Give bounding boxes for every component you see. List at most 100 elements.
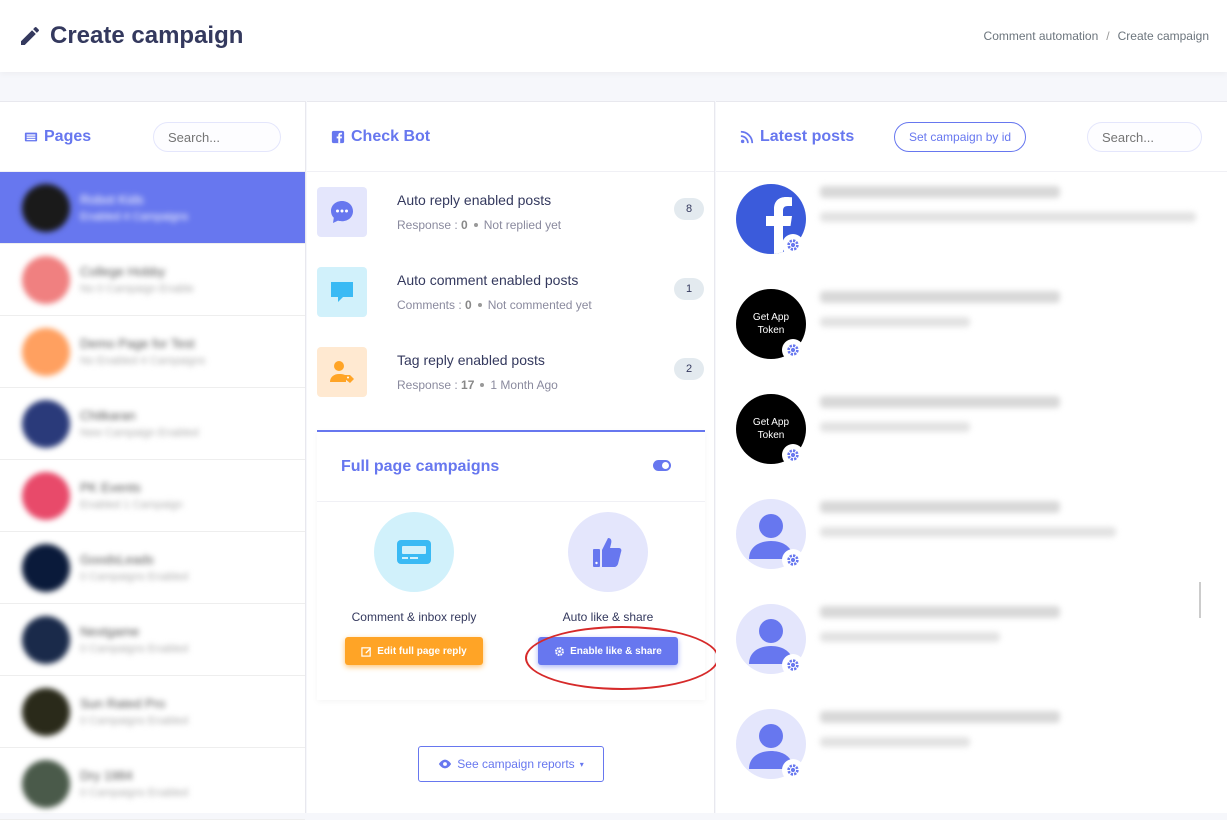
page-list-item[interactable]: GoodsLeads 0 Campaigns Enabled	[0, 532, 305, 604]
check-bot-row-meta: Response : 17 1 Month Ago	[397, 378, 558, 392]
facebook-square-icon	[331, 130, 345, 143]
auto-like-share-label: Auto like & share	[562, 610, 654, 624]
check-bot-row[interactable]: Tag reply enabled posts Response : 17 1 …	[307, 332, 714, 412]
page-item-text: GoodsLeads 0 Campaigns Enabled	[80, 552, 188, 583]
post-settings-gear-icon[interactable]	[782, 339, 804, 361]
post-id-blurred: 173052771043381_2415062813129849	[820, 291, 1060, 303]
posts-list: 173052771043381_2418790047752424 9 Month…	[716, 172, 1227, 802]
page-list-item[interactable]: Robot Kids Enabled 4 Campaigns	[0, 172, 305, 244]
check-bot-row-title: Auto comment enabled posts	[397, 272, 579, 288]
pages-search-input[interactable]	[153, 122, 281, 152]
check-bot-header: Check Bot	[307, 102, 714, 172]
page-subtitle: No 0 Campaign Enable	[80, 283, 194, 295]
post-id-blurred: 173052771043381_2415058954405381	[820, 396, 1060, 408]
latest-posts-title: Latest posts	[740, 128, 854, 146]
see-campaign-reports-button[interactable]: See campaign reports ▾	[418, 746, 604, 782]
post-id-blurred: 173052771043381_2385260921374791	[820, 501, 1060, 513]
credit-card-icon	[397, 540, 431, 564]
page-avatar	[22, 471, 70, 520]
page-name: Demo Page for Test	[80, 336, 195, 351]
post-item[interactable]: Get App Token 173052771043381_2415062813…	[716, 277, 1227, 382]
page-list-item[interactable]: Sun Rated Pro 0 Campaigns Enabled	[0, 676, 305, 748]
post-item[interactable]: 173052771043381_2337473816037781 9 Month…	[716, 592, 1227, 697]
post-settings-gear-icon[interactable]	[782, 444, 804, 466]
meta-label: Response : 0	[397, 218, 468, 232]
check-bot-row-icon	[317, 187, 367, 237]
scrollbar[interactable]	[1199, 582, 1201, 618]
page-name: Nextgame	[80, 624, 140, 639]
post-item[interactable]: 173052771043381_2337483354334741 9 Month…	[716, 697, 1227, 802]
pages-panel: Pages Robot Kids Enabled 4 Campaigns Col…	[0, 101, 306, 820]
page-avatar	[22, 255, 70, 304]
meta-label: Response : 17	[397, 378, 475, 392]
meta-extra: 1 Month Ago	[490, 378, 558, 392]
page-item-text: Dry 1984 0 Campaigns Enabled	[80, 768, 188, 799]
set-campaign-by-id-button[interactable]: Set campaign by id	[894, 122, 1027, 152]
post-settings-gear-icon[interactable]	[782, 654, 804, 676]
user-tag-icon	[330, 361, 354, 383]
page-subtitle: Enabled 4 Campaigns	[80, 211, 189, 223]
check-bot-row-meta: Comments : 0 Not commented yet	[397, 298, 592, 312]
eye-icon	[439, 759, 452, 769]
page-subtitle: 0 Campaigns Enabled	[80, 571, 189, 583]
chat-bubble-icon	[331, 201, 353, 223]
card-icon-circle	[374, 512, 454, 592]
post-meta-blurred: 9 Month Ago - This is test	[820, 422, 970, 432]
meta-value: 0	[465, 298, 472, 312]
post-meta-blurred: 9 Month Ago - This is test	[820, 317, 970, 327]
check-bot-row-text: Auto comment enabled posts Comments : 0 …	[397, 272, 592, 312]
breadcrumb-create-campaign: Create campaign	[1117, 29, 1209, 43]
check-bot-row-text: Auto reply enabled posts Response : 0 No…	[397, 192, 561, 232]
post-item[interactable]: Get App Token 173052771043381_2415058954…	[716, 382, 1227, 487]
check-bot-row-title: Tag reply enabled posts	[397, 352, 545, 368]
page-name: Dry 1984	[80, 768, 133, 783]
edit-full-page-reply-button[interactable]: Edit full page reply	[345, 637, 483, 665]
annotation-circle	[525, 626, 719, 690]
page-item-text: Demo Page for Test No Enabled 4 Campaign…	[80, 336, 205, 367]
page-item-text: Sun Rated Pro 0 Campaigns Enabled	[80, 696, 188, 727]
page-subtitle: No Enabled 4 Campaigns	[80, 355, 206, 367]
page-list-item[interactable]: College Hobby No 0 Campaign Enable	[0, 244, 305, 316]
post-id-blurred: 173052771043381_2418790047752424	[820, 186, 1060, 198]
post-settings-gear-icon[interactable]	[782, 234, 804, 256]
breadcrumb-comment-automation[interactable]: Comment automation	[984, 29, 1099, 43]
comment-inbox-option: Comment & inbox reply Edit full page rep…	[317, 512, 511, 665]
post-id-blurred: 173052771043381_2337483354334741	[820, 711, 1060, 723]
check-bot-row[interactable]: Auto reply enabled posts Response : 0 No…	[307, 172, 714, 252]
page-list-item[interactable]: Demo Page for Test No Enabled 4 Campaign…	[0, 316, 305, 388]
latest-posts-header: Latest posts Set campaign by id	[716, 102, 1227, 172]
meta-extra: Not replied yet	[483, 218, 562, 232]
posts-search-input[interactable]	[1087, 122, 1202, 152]
list-icon	[24, 132, 38, 141]
page-item-text: PK Events Enabled 1 Campaign	[80, 480, 183, 511]
full-page-campaigns-toggle[interactable]	[653, 460, 671, 471]
check-bot-row-title: Auto reply enabled posts	[397, 192, 552, 208]
post-settings-gear-icon[interactable]	[782, 759, 804, 781]
meta-dot	[477, 303, 482, 307]
page-list-item[interactable]: Nextgame 0 Campaigns Enabled	[0, 604, 305, 676]
page-list-item[interactable]: PK Events Enabled 1 Campaign	[0, 460, 305, 532]
page-avatar	[22, 615, 70, 664]
page-subtitle: New Campaign Enabled	[80, 427, 199, 439]
page-item-text: College Hobby No 0 Campaign Enable	[80, 264, 194, 295]
page-title: Create campaign	[18, 22, 243, 50]
post-item[interactable]: 173052771043381_2385260921374791 9 Month…	[716, 487, 1227, 592]
page-item-text: Nextgame 0 Campaigns Enabled	[80, 624, 188, 655]
check-bot-row[interactable]: Auto comment enabled posts Comments : 0 …	[307, 252, 714, 332]
check-bot-row-icon	[317, 347, 367, 397]
check-bot-row-icon	[317, 267, 367, 317]
post-meta-blurred: 9 Month Ago - automated post test one tw…	[820, 527, 1116, 537]
top-header: Create campaign Comment automation / Cre…	[0, 0, 1227, 72]
page-subtitle: Enabled 1 Campaign	[80, 499, 183, 511]
meta-dot	[480, 383, 485, 387]
edit-icon	[361, 646, 372, 657]
page-list-item[interactable]: Dry 1984 0 Campaigns Enabled	[0, 748, 305, 820]
comment-inbox-label: Comment & inbox reply	[351, 610, 477, 624]
page-list-item[interactable]: Chitkaran New Campaign Enabled	[0, 388, 305, 460]
post-settings-gear-icon[interactable]	[782, 549, 804, 571]
check-bot-panel: Check Bot Auto reply enabled posts Respo…	[307, 101, 719, 813]
count-badge: 8	[674, 198, 704, 220]
post-item[interactable]: 173052771043381_2418790047752424 9 Month…	[716, 172, 1227, 277]
full-page-campaigns-header: Full page campaigns	[317, 432, 705, 502]
pages-panel-title: Pages	[24, 128, 91, 146]
